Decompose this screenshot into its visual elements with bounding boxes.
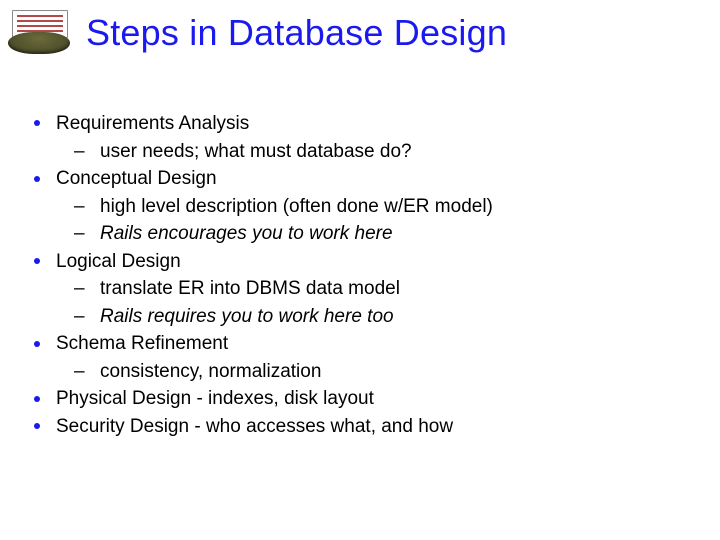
bullet-schema: Schema Refinement – consistency, normali… bbox=[34, 330, 690, 385]
dash-icon: – bbox=[74, 303, 85, 331]
subitem: – Rails requires you to work here too bbox=[74, 303, 690, 331]
dash-icon: – bbox=[74, 220, 85, 248]
bullet-dot-icon bbox=[34, 176, 40, 182]
bullet-label: Security Design - who accesses what, and… bbox=[56, 416, 453, 437]
bullet-dot-icon bbox=[34, 120, 40, 126]
bullet-dot-icon bbox=[34, 341, 40, 347]
subitem: – user needs; what must database do? bbox=[74, 138, 690, 166]
dash-icon: – bbox=[74, 275, 85, 303]
bullet-label: Physical Design - indexes, disk layout bbox=[56, 388, 374, 409]
dash-icon: – bbox=[74, 193, 85, 221]
bullet-label: Schema Refinement bbox=[56, 333, 228, 354]
bullet-dot-icon bbox=[34, 258, 40, 264]
dash-icon: – bbox=[74, 358, 85, 386]
bullet-label: Requirements Analysis bbox=[56, 113, 249, 134]
dash-icon: – bbox=[74, 138, 85, 166]
bullet-label: Conceptual Design bbox=[56, 168, 217, 189]
bullet-dot-icon bbox=[34, 423, 40, 429]
slide-body: Requirements Analysis – user needs; what… bbox=[34, 110, 690, 441]
slide: Steps in Database Design Requirements An… bbox=[0, 0, 720, 540]
subitem: – Rails encourages you to work here bbox=[74, 220, 690, 248]
course-logo-icon bbox=[8, 10, 70, 54]
bullet-requirements: Requirements Analysis – user needs; what… bbox=[34, 110, 690, 165]
subitem-text: consistency, normalization bbox=[100, 361, 321, 382]
subitem: – consistency, normalization bbox=[74, 358, 690, 386]
bullet-physical: Physical Design - indexes, disk layout bbox=[34, 385, 690, 413]
bullet-label: Logical Design bbox=[56, 251, 181, 272]
bullet-logical: Logical Design – translate ER into DBMS … bbox=[34, 248, 690, 331]
subitem-text: Rails encourages you to work here bbox=[100, 223, 393, 244]
subitem-text: translate ER into DBMS data model bbox=[100, 278, 400, 299]
subitem-text: high level description (often done w/ER … bbox=[100, 196, 493, 217]
subitem-text: Rails requires you to work here too bbox=[100, 306, 394, 327]
bullet-security: Security Design - who accesses what, and… bbox=[34, 413, 690, 441]
subitem: – translate ER into DBMS data model bbox=[74, 275, 690, 303]
subitem: – high level description (often done w/E… bbox=[74, 193, 690, 221]
bullet-dot-icon bbox=[34, 396, 40, 402]
slide-title: Steps in Database Design bbox=[86, 12, 507, 54]
subitem-text: user needs; what must database do? bbox=[100, 141, 412, 162]
bullet-conceptual: Conceptual Design – high level descripti… bbox=[34, 165, 690, 248]
